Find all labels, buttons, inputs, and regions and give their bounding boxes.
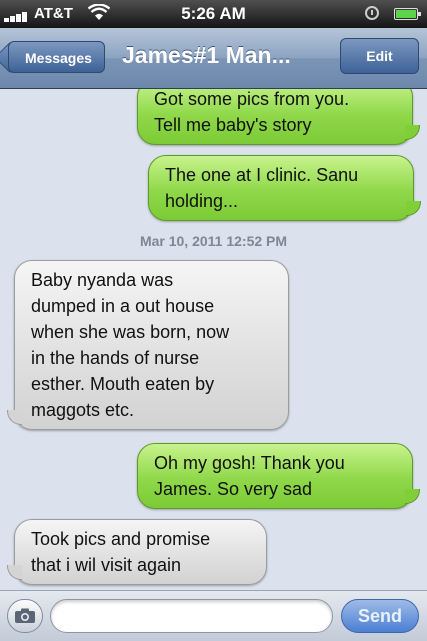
- message-timestamp: Mar 10, 2011 12:52 PM: [139, 233, 288, 249]
- compose-bar: Send: [0, 590, 427, 641]
- rotation-lock-icon: [365, 6, 379, 20]
- battery-icon: [394, 8, 421, 20]
- message-bubble-sent[interactable]: The one at I clinic. Sanu holding...: [148, 155, 421, 221]
- message-bubble-received[interactable]: Took pics and promise that i wil visit a…: [7, 519, 267, 585]
- camera-button[interactable]: [7, 599, 43, 633]
- messages-back-button[interactable]: Messages: [8, 41, 105, 73]
- navigation-bar: Messages James#1 Man... Edit: [0, 28, 427, 89]
- send-button[interactable]: Send: [341, 599, 419, 633]
- message-thread[interactable]: Got some pics from you. Tell me baby's s…: [0, 89, 427, 590]
- message-bubble-sent[interactable]: Got some pics from you. Tell me baby's s…: [137, 89, 420, 145]
- status-bar: AT&T 5:26 AM: [0, 0, 427, 28]
- page-title: James#1 Man...: [122, 42, 291, 68]
- status-time: 5:26 AM: [181, 4, 246, 23]
- edit-button[interactable]: Edit: [340, 38, 419, 74]
- message-bubble-sent[interactable]: Oh my gosh! Thank you James. So very sad: [137, 443, 420, 509]
- message-input[interactable]: [50, 599, 333, 633]
- message-bubble-received[interactable]: Baby nyanda was dumped in a out house wh…: [7, 260, 289, 430]
- camera-icon: [15, 608, 35, 623]
